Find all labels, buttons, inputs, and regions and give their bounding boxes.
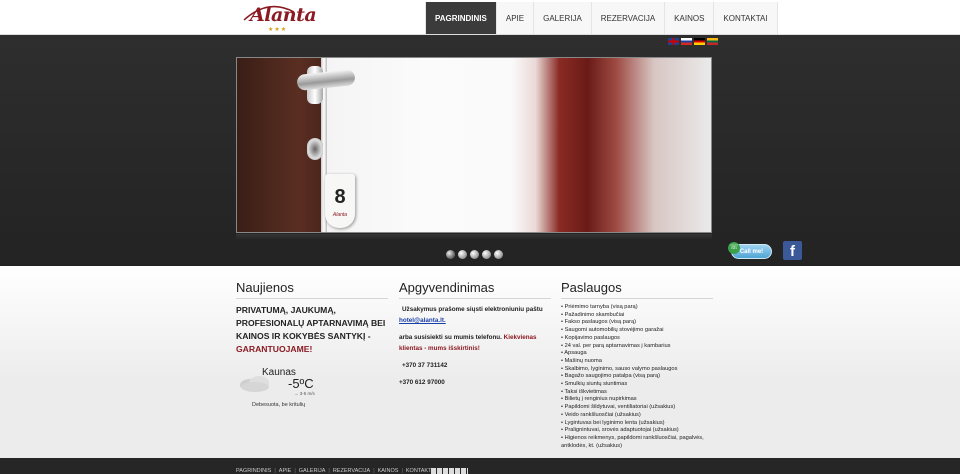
weather-temperature: -5ºC [288,376,314,391]
footer-separator: | [294,468,296,474]
news-text-red: GARANTUOJAME! [236,344,313,354]
list-item: • Skalbimo, lyginimo, sauso valymo pasla… [561,365,678,372]
email-link[interactable]: hotel@alanta.lt. [399,317,446,324]
lithuanian-flag-icon[interactable] [707,38,718,45]
footer-separator: | [401,468,403,474]
footer-link-galerija[interactable]: GALERIJA [299,468,326,474]
russian-flag-icon[interactable] [681,38,692,45]
phone-icon: ☏ [728,242,740,254]
door-lock [307,138,323,160]
list-item: • Kopijavimo paslaugos [561,334,620,341]
slider-pagination [446,250,503,259]
list-item: • Veido rankšluosčiai (užsakius) [561,411,641,418]
nav-item-rezervacija[interactable]: REZERVACIJA [590,2,665,34]
list-item: • Pralignintuvai, srovės adaptuotojai (u… [561,427,679,434]
footer-separator: | [328,468,330,474]
german-flag-icon[interactable] [694,38,705,45]
header: Alanta ★★★ PAGRINDINIS APIE GALERIJA REZ… [0,0,960,35]
list-item: • Smulkių siuntų siuntimas [561,381,628,388]
nav-item-apie[interactable]: APIE [495,2,534,34]
slider-dot-3[interactable] [470,250,479,259]
footer-separator: | [373,468,375,474]
nav-item-kontaktai[interactable]: KONTAKTAI [713,2,778,34]
footer-link-pagrindinis[interactable]: PAGRINDINIS [236,468,271,474]
news-title: Naujienos [236,280,388,299]
services-column: Paslaugos • Priėmimo tarnyba (visą parą)… [561,280,713,450]
list-item: • Pažadinimo skambučiai [561,311,625,318]
list-item: • Higienos reikmenys, papildomi rankšluo… [561,434,704,449]
nav-item-kainos[interactable]: KAINOS [664,2,714,34]
list-item: • 24 val. per parą aptarnavimas į kambar… [561,342,671,349]
content-section: Naujienos PRIVATUMĄ, JAUKUMĄ, PROFESIONA… [0,266,960,458]
nav-item-pagrindinis[interactable]: PAGRINDINIS [425,2,496,34]
list-item: • Apsauga [561,350,587,357]
list-item: • Fakso paslaugos (visą parą) [561,319,637,326]
english-flag-icon[interactable] [668,38,679,45]
list-item: • Papildomi šildytuvai, ventiliatoriai (… [561,404,676,411]
facebook-icon[interactable]: f [783,241,802,260]
services-list: • Priėmimo tarnyba (visą parą) • Pažadin… [561,304,713,450]
footer-link-rezervacija[interactable]: REZERVACIJA [333,468,370,474]
list-item: • Saugomi automobilių stovėjimo garažai [561,327,664,334]
weather-wind: → 3-5 m/s [294,391,315,396]
nav-item-galerija[interactable]: GALERIJA [533,2,591,34]
alanta-logo[interactable]: Alanta ★★★ [238,2,317,34]
phone-2: +370 612 97000 [399,379,445,386]
logo-text: Alanta [250,4,317,26]
footer-link-apie[interactable]: APIE [279,468,292,474]
list-item: • Mašinų nuoma [561,357,602,364]
footer: PAGRINDINIS | APIE | GALERIJA | REZERVAC… [0,458,960,474]
footer-nav: PAGRINDINIS | APIE | GALERIJA | REZERVAC… [236,468,436,474]
list-item: • Lygintuvas bei lyginimo lenta (užsakiu… [561,419,665,426]
slider-dot-4[interactable] [482,250,491,259]
news-column: Naujienos PRIVATUMĄ, JAUKUMĄ, PROFESIONA… [236,280,388,408]
visitor-counter-icon [431,468,468,474]
slider-dot-2[interactable] [458,250,467,259]
list-item: • Bilietų į renginius nupirkimas [561,396,637,403]
slider-dot-1[interactable] [446,250,455,259]
accommodation-text: Užsakymus prašome siųsti elektroniuniu p… [399,304,551,388]
hero-section: 8 Alanta Call me! ☏ f [0,35,960,266]
key-tag: 8 Alanta [325,174,355,228]
services-title: Paslaugos [561,280,713,299]
key-tag-logo: Alanta [332,212,348,218]
list-item: • Bagažo saugojimo patalpa (visą parą) [561,373,661,380]
news-text-main: PRIVATUMĄ, JAUKUMĄ, PROFESIONALŲ APTARNA… [236,305,386,341]
slide-reflection [236,234,712,240]
accommodation-line2: arba susisiekti su mumis telefonu. [399,334,502,341]
footer-link-kainos[interactable]: KAINOS [378,468,399,474]
phone-1: +370 37 731142 [402,362,448,369]
cloud-icon [240,376,269,392]
footer-separator: | [274,468,276,474]
accommodation-line1: Užsakymus prašome siųsti elektroniuniu p… [402,306,543,313]
key-tag-number: 8 [334,186,346,208]
weather-condition: Debesuota, be kritulių [252,402,306,408]
language-switcher [668,38,718,45]
weather-city: Kaunas [262,367,296,378]
accommodation-title: Apgyvendinimas [399,280,551,299]
list-item: • Priėmimo tarnyba (visą parą) [561,304,638,310]
list-item: • Taksi iškvietimas [561,388,607,395]
accommodation-column: Apgyvendinimas Užsakymus prašome siųsti … [399,280,551,388]
main-nav: PAGRINDINIS APIE GALERIJA REZERVACIJA KA… [425,2,778,34]
hero-slide-image: 8 Alanta [236,57,712,233]
slider-dot-5[interactable] [494,250,503,259]
news-text: PRIVATUMĄ, JAUKUMĄ, PROFESIONALŲ APTARNA… [236,304,388,356]
logo-stars-icon: ★★★ [268,27,288,33]
